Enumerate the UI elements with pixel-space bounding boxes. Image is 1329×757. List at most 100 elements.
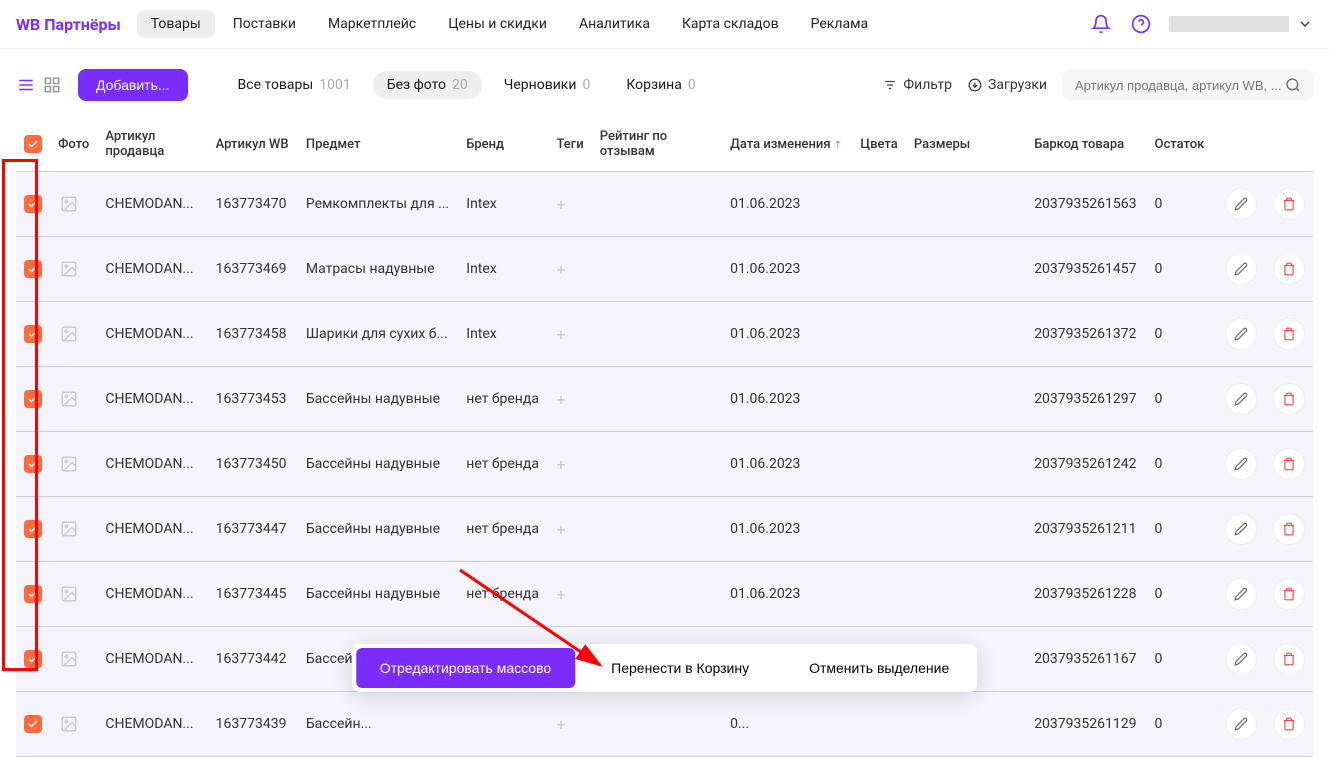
delete-button[interactable] (1273, 188, 1305, 220)
row-checkbox[interactable] (24, 195, 42, 213)
add-button[interactable]: Добавить... (78, 69, 188, 101)
edit-button[interactable] (1225, 513, 1257, 545)
nav-tab-warehouses[interactable]: Карта складов (668, 10, 793, 38)
cell-sku: CHEMODAN... (97, 562, 207, 627)
add-tag-icon[interactable]: + (556, 455, 565, 474)
table-row[interactable]: CHEMODAN... 163773439 Бассейн... + 0... … (16, 692, 1313, 757)
row-checkbox[interactable] (24, 650, 42, 668)
row-checkbox[interactable] (24, 325, 42, 343)
edit-button[interactable] (1225, 318, 1257, 350)
bulk-action-bar: Отредактировать массово Перенести в Корз… (352, 644, 977, 692)
edit-button[interactable] (1225, 708, 1257, 740)
table-row[interactable]: CHEMODAN... 163773469 Матрасы надувные I… (16, 237, 1313, 302)
add-tag-icon[interactable]: + (556, 715, 565, 734)
filter-button[interactable]: Фильтр (883, 77, 952, 93)
add-tag-icon[interactable]: + (556, 390, 565, 409)
cell-stock: 0 (1146, 627, 1216, 692)
check-icon (27, 588, 39, 600)
th-subject[interactable]: Предмет (298, 117, 458, 172)
th-barcode: Баркод товара (1026, 117, 1146, 172)
search-input[interactable] (1075, 78, 1285, 93)
move-to-trash-button[interactable]: Перенести в Корзину (587, 648, 773, 688)
edit-button[interactable] (1225, 448, 1257, 480)
row-checkbox[interactable] (24, 260, 42, 278)
cell-rating (592, 237, 722, 302)
row-checkbox[interactable] (24, 455, 42, 473)
cell-brand: нет бренда (458, 367, 548, 432)
cancel-selection-button[interactable]: Отменить выделение (785, 648, 973, 688)
check-icon (27, 198, 39, 210)
delete-button[interactable] (1273, 253, 1305, 285)
edit-button[interactable] (1225, 578, 1257, 610)
help-icon[interactable] (1129, 12, 1153, 36)
cell-barcode: 2037935261242 (1026, 432, 1146, 497)
th-date[interactable]: Дата изменения↑ (722, 117, 852, 172)
th-brand[interactable]: Бренд (458, 117, 548, 172)
edit-button[interactable] (1225, 253, 1257, 285)
th-rating[interactable]: Рейтинг по отзывам (592, 117, 722, 172)
row-checkbox[interactable] (24, 520, 42, 538)
cell-brand: нет бренда (458, 497, 548, 562)
delete-button[interactable] (1273, 448, 1305, 480)
downloads-button[interactable]: Загрузки (968, 77, 1047, 93)
cell-sizes (906, 432, 1026, 497)
th-stock[interactable]: Остаток (1146, 117, 1216, 172)
table-row[interactable]: CHEMODAN... 163773450 Бассейны надувные … (16, 432, 1313, 497)
cell-stock: 0 (1146, 497, 1216, 562)
th-wbid[interactable]: Артикул WB (208, 117, 298, 172)
th-sku[interactable]: Артикул продавца (97, 117, 207, 172)
check-icon (27, 263, 39, 275)
table-row[interactable]: CHEMODAN... 163773458 Шарики для сухих б… (16, 302, 1313, 367)
pencil-icon (1234, 457, 1248, 471)
bulk-edit-button[interactable]: Отредактировать массово (356, 648, 575, 688)
delete-button[interactable] (1273, 318, 1305, 350)
add-tag-icon[interactable]: + (556, 260, 565, 279)
nav-tab-supplies[interactable]: Поставки (219, 10, 310, 38)
cell-wbid: 163773442 (208, 627, 298, 692)
user-label (1169, 16, 1289, 32)
table-row[interactable]: CHEMODAN... 163773470 Ремкомплекты для .… (16, 172, 1313, 237)
filter-count: 20 (452, 77, 468, 93)
grid-view-icon[interactable] (42, 75, 62, 95)
add-tag-icon[interactable]: + (556, 585, 565, 604)
filter-tab-nophoto[interactable]: Без фото 20 (373, 71, 482, 99)
bell-icon[interactable] (1089, 12, 1113, 36)
edit-button[interactable] (1225, 643, 1257, 675)
row-checkbox[interactable] (24, 715, 42, 733)
row-checkbox[interactable] (24, 390, 42, 408)
photo-placeholder-icon (58, 258, 80, 280)
add-tag-icon[interactable]: + (556, 325, 565, 344)
th-colors: Цвета (852, 117, 905, 172)
filter-tab-trash[interactable]: Корзина 0 (612, 71, 709, 99)
row-checkbox[interactable] (24, 585, 42, 603)
filter-tab-drafts[interactable]: Черновики 0 (490, 71, 605, 99)
nav-tab-prices[interactable]: Цены и скидки (434, 10, 561, 38)
table-row[interactable]: CHEMODAN... 163773453 Бассейны надувные … (16, 367, 1313, 432)
photo-placeholder-icon (58, 388, 80, 410)
th-tags: Теги (548, 117, 591, 172)
table-row[interactable]: CHEMODAN... 163773447 Бассейны надувные … (16, 497, 1313, 562)
edit-button[interactable] (1225, 188, 1257, 220)
nav-tab-products[interactable]: Товары (137, 10, 215, 38)
search-box[interactable] (1063, 69, 1313, 101)
pencil-icon (1234, 327, 1248, 341)
list-view-icon[interactable] (16, 75, 36, 95)
delete-button[interactable] (1273, 643, 1305, 675)
th-checkbox[interactable] (16, 117, 50, 172)
nav-tab-ads[interactable]: Реклама (797, 10, 882, 38)
filter-tab-all[interactable]: Все товары 1001 (224, 71, 365, 99)
delete-button[interactable] (1273, 513, 1305, 545)
th-photo: Фото (50, 117, 97, 172)
edit-button[interactable] (1225, 383, 1257, 415)
delete-button[interactable] (1273, 383, 1305, 415)
add-tag-icon[interactable]: + (556, 195, 565, 214)
table-row[interactable]: CHEMODAN... 163773445 Бассейны надувные … (16, 562, 1313, 627)
delete-button[interactable] (1273, 578, 1305, 610)
add-tag-icon[interactable]: + (556, 520, 565, 539)
nav-tab-marketplace[interactable]: Маркетплейс (314, 10, 430, 38)
delete-button[interactable] (1273, 708, 1305, 740)
cell-barcode: 2037935261297 (1026, 367, 1146, 432)
pencil-icon (1234, 392, 1248, 406)
nav-tab-analytics[interactable]: Аналитика (565, 10, 664, 38)
user-menu[interactable] (1169, 16, 1313, 32)
